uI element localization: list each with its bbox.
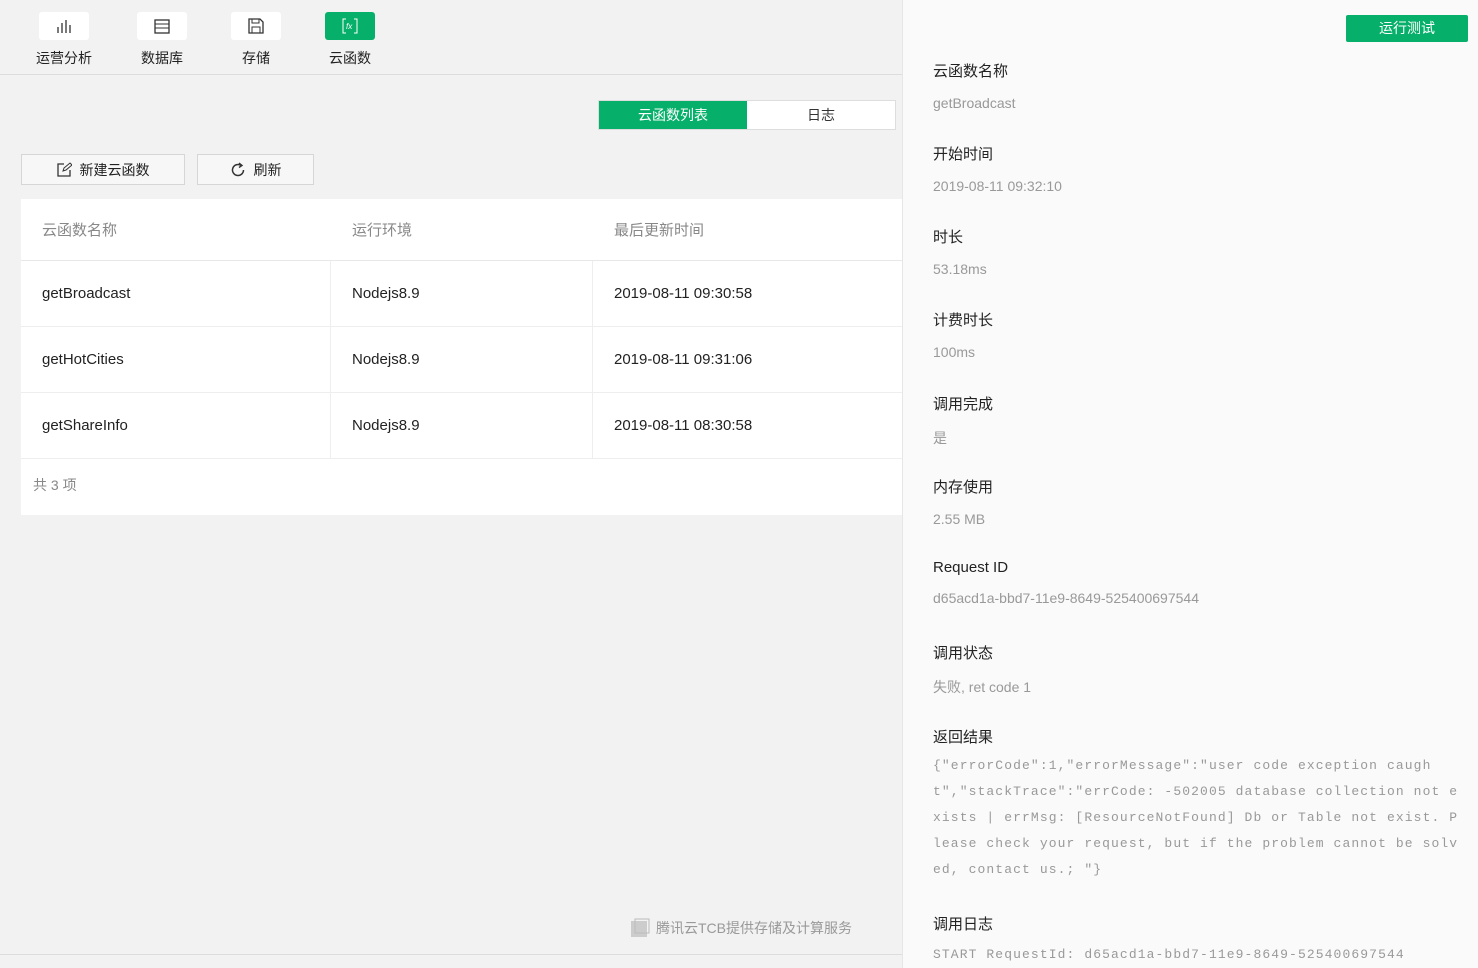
edit-icon: [56, 162, 72, 177]
field-status: 调用状态失败, ret code 1: [933, 642, 1031, 697]
table-total: 共 3 项: [33, 477, 77, 493]
field-value: getBroadcast: [933, 95, 1016, 111]
field-billed-duration: 计费时长 100ms: [933, 309, 993, 360]
result-json: {"errorCode":1,"errorMessage":"user code…: [933, 758, 1459, 877]
new-function-label: 新建云函数: [79, 161, 150, 178]
field-function-name: 云函数名称 getBroadcast: [933, 60, 1016, 111]
footer-text: 腾讯云TCB提供存储及计算服务: [656, 920, 852, 936]
header-name: 云函数名称: [42, 222, 118, 239]
field-label: 计费时长: [933, 312, 994, 329]
function-icon: fx: [325, 12, 375, 40]
field-value: 2019-08-11 09:32:10: [933, 178, 1062, 194]
nav-label: 运营分析: [36, 50, 92, 66]
bar-chart-icon: [39, 12, 89, 40]
field-value: 失败, ret code 1: [933, 679, 1032, 695]
refresh-icon: [231, 161, 244, 176]
field-request-id: Request ID d65acd1a-bbd7-11e9-8649-525400…: [933, 559, 1199, 606]
cell-runtime: Nodejs8.9: [331, 327, 593, 392]
field-value: 53.18ms: [933, 261, 987, 277]
field-completed: 调用完成是: [933, 393, 993, 448]
field-label: Request ID: [933, 559, 1009, 576]
nav-cloud-functions[interactable]: fx 云函数: [320, 12, 380, 68]
header-updated: 最后更新时间: [614, 222, 705, 239]
table-header: 云函数名称 运行环境 最后更新时间: [21, 199, 902, 261]
log-text: START RequestId: d65acd1a-bbd7-11e9-8649…: [933, 947, 1405, 962]
tencent-cloud-logo-icon: [631, 918, 650, 937]
field-value: 是: [933, 430, 947, 446]
run-test-button[interactable]: 运行测试: [1346, 15, 1468, 42]
database-icon: [137, 12, 187, 40]
nav-label: 数据库: [141, 50, 183, 66]
table-row[interactable]: getShareInfo Nodejs8.9 2019-08-11 08:30:58: [21, 393, 902, 459]
nav-analytics[interactable]: 运营分析: [34, 12, 94, 68]
cell-name: getShareInfo: [21, 393, 331, 458]
field-value: d65acd1a-bbd7-11e9-8649-525400697544: [933, 590, 1199, 606]
field-label: 调用完成: [933, 396, 994, 413]
footer: 腾讯云TCB提供存储及计算服务: [630, 918, 852, 938]
field-label: 内存使用: [933, 479, 994, 496]
new-function-button[interactable]: 新建云函数: [21, 154, 185, 185]
svg-text:fx: fx: [346, 22, 353, 31]
cell-updated: 2019-08-11 09:31:06: [614, 351, 753, 368]
field-label: 调用状态: [933, 645, 994, 662]
cell-updated: 2019-08-11 09:30:58: [614, 285, 753, 302]
top-nav: 运营分析 数据库 存储 fx 云函数: [0, 0, 902, 75]
field-label: 返回结果: [933, 729, 994, 746]
nav-label: 存储: [242, 50, 270, 66]
field-label: 云函数名称: [933, 63, 1009, 80]
nav-database[interactable]: 数据库: [132, 12, 192, 68]
field-memory: 内存使用 2.55 MB: [933, 476, 993, 527]
nav-label: 云函数: [329, 50, 371, 66]
field-value: 100ms: [933, 344, 976, 360]
nav-storage[interactable]: 存储: [226, 12, 286, 68]
run-detail-panel: 运行测试 云函数名称 getBroadcast 开始时间 2019-08-11 09…: [902, 0, 1478, 968]
field-log: 调用日志 START RequestId: d65acd1a-bbd7-11e9-…: [933, 913, 1465, 968]
cell-name: getBroadcast: [21, 261, 331, 326]
field-start-time: 开始时间 2019-08-11 09:32:10: [933, 143, 1062, 194]
field-label: 时长: [933, 229, 964, 246]
refresh-button[interactable]: 刷新: [197, 154, 314, 185]
field-label: 调用日志: [933, 916, 994, 933]
cell-updated: 2019-08-11 08:30:58: [614, 417, 753, 434]
save-icon: [231, 12, 281, 40]
field-result: 返回结果 {"errorCode":1,"errorMessage":"user …: [933, 726, 1465, 883]
field-value: 2.55 MB: [933, 511, 986, 527]
field-duration: 时长 53.18ms: [933, 226, 987, 277]
cell-runtime: Nodejs8.9: [331, 393, 593, 458]
table-row[interactable]: getHotCities Nodejs8.9 2019-08-11 09:31:06: [21, 327, 902, 393]
tab-function-list[interactable]: 云函数列表: [599, 101, 747, 129]
cell-runtime: Nodejs8.9: [331, 261, 593, 326]
tab-logs[interactable]: 日志: [747, 101, 895, 129]
view-tabs: 云函数列表 日志: [598, 100, 896, 130]
field-label: 开始时间: [933, 146, 994, 163]
cell-name: getHotCities: [21, 327, 331, 392]
functions-table: 云函数名称 运行环境 最后更新时间 getBroadcast Nodejs8.9 2…: [21, 199, 902, 515]
table-row[interactable]: getBroadcast Nodejs8.9 2019-08-11 09:30:58: [21, 261, 902, 327]
divider: [0, 954, 902, 955]
refresh-label: 刷新: [253, 161, 282, 178]
header-runtime: 运行环境: [352, 222, 413, 239]
